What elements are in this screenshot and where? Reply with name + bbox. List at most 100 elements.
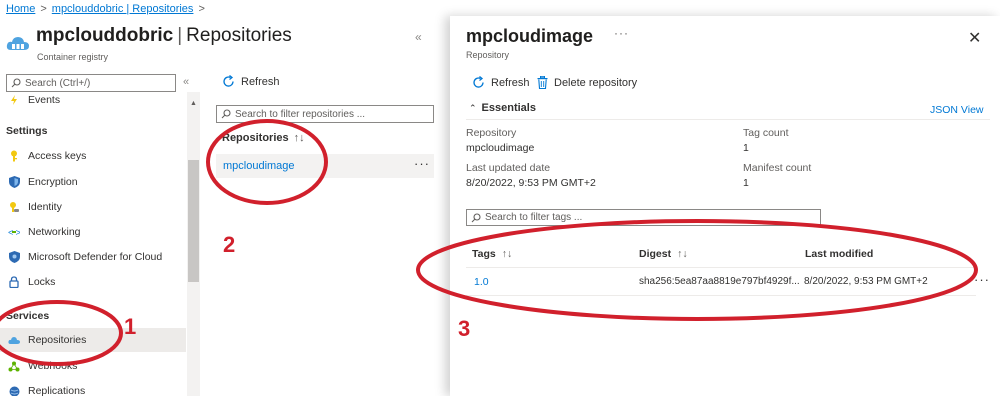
sidebar-item-label: Networking (28, 226, 81, 238)
search-icon (11, 78, 21, 88)
column-header-label: Tags (472, 248, 496, 260)
sidebar-item-identity[interactable]: Identity (0, 195, 186, 219)
sidebar-item-events[interactable]: Events (0, 92, 186, 112)
repository-link[interactable]: mpcloudimage (223, 160, 295, 172)
annotation-number-3: 3 (458, 316, 471, 341)
refresh-label: Refresh (491, 76, 530, 89)
panel-more-icon[interactable]: ··· (614, 26, 629, 40)
property-label-manifest-count: Manifest count (743, 162, 812, 174)
breadcrumb-separator-trailing: > (198, 3, 205, 15)
delete-repository-label: Delete repository (554, 76, 638, 89)
globe-icon (8, 385, 20, 396)
refresh-icon (473, 76, 484, 88)
sidebar-scrollbar-thumb[interactable] (188, 160, 199, 282)
tag-link[interactable]: 1.0 (474, 276, 489, 288)
property-value-tag-count: 1 (743, 142, 749, 154)
svg-text:>: > (16, 229, 21, 238)
breadcrumb-separator: > (40, 3, 47, 15)
panel-refresh-button[interactable]: Refresh (472, 76, 530, 89)
repositories-column-header[interactable]: Repositories ↑↓ (222, 132, 305, 144)
repository-row-more-icon[interactable]: ··· (414, 156, 430, 171)
property-value-last-updated: 8/20/2022, 9:53 PM GMT+2 (466, 177, 596, 189)
property-value-repository: mpcloudimage (466, 142, 535, 154)
sidebar-item-locks[interactable]: Locks (0, 270, 186, 294)
sidebar-item-label: Repositories (28, 334, 87, 346)
sidebar-item-access-keys[interactable]: Access keys (0, 144, 186, 168)
sidebar-item-label: Encryption (28, 176, 78, 188)
sort-icon[interactable]: ↑↓ (294, 132, 305, 144)
sidebar-search-input[interactable]: Search (Ctrl+/) (6, 74, 176, 92)
refresh-label: Refresh (241, 75, 280, 88)
sidebar-search-placeholder: Search (Ctrl+/) (25, 77, 91, 89)
events-icon (8, 94, 20, 106)
collapse-blade-icon[interactable]: « (415, 30, 422, 44)
json-view-link[interactable]: JSON View (930, 104, 984, 116)
property-value-manifest-count: 1 (743, 177, 749, 189)
property-label-tag-count: Tag count (743, 127, 789, 139)
sidebar-item-encryption[interactable]: Encryption (0, 170, 186, 194)
tag-row-divider (466, 295, 976, 296)
tags-search-input[interactable]: Search to filter tags ... (466, 209, 821, 226)
sidebar-item-label: Webhooks (28, 360, 78, 372)
last-modified-column-header[interactable]: Last modified (805, 248, 873, 260)
settings-heading: Settings (6, 125, 48, 137)
key-icon (8, 150, 20, 162)
delete-repository-button[interactable]: Delete repository (537, 76, 637, 89)
sidebar-item-defender[interactable]: Microsoft Defender for Cloud (0, 245, 186, 269)
sidebar-item-label: Locks (28, 276, 56, 288)
networking-icon: < > (8, 226, 20, 238)
sort-icon[interactable]: ↑↓ (677, 248, 688, 260)
last-modified-cell: 8/20/2022, 9:53 PM GMT+2 (804, 276, 928, 287)
annotation-number-1: 1 (124, 314, 137, 339)
breadcrumb-home-link[interactable]: Home (6, 3, 35, 15)
tags-column-header[interactable]: Tags ↑↓ (472, 248, 512, 260)
property-label-last-updated: Last updated date (466, 162, 551, 174)
tags-search-placeholder: Search to filter tags ... (485, 212, 583, 223)
sidebar-item-label: Replications (28, 385, 86, 396)
sidebar-item-replications[interactable]: Replications (0, 379, 186, 396)
column-header-label: Repositories (222, 132, 289, 144)
sidebar-item-label: Access keys (28, 150, 87, 162)
sidebar-item-networking[interactable]: < > Networking (0, 220, 186, 244)
essentials-label: Essentials (481, 102, 536, 114)
search-icon (471, 212, 481, 222)
identity-icon (8, 201, 20, 213)
registry-name: mpclouddobric (36, 25, 174, 46)
sort-icon[interactable]: ↑↓ (502, 248, 513, 260)
breadcrumb-registry-link[interactable]: mpclouddobric | Repositories (52, 3, 194, 15)
defender-icon (8, 251, 20, 263)
tag-row-more-icon[interactable]: ··· (974, 272, 990, 287)
sidebar-item-label: Identity (28, 201, 62, 213)
refresh-icon (223, 75, 234, 87)
collapse-sidebar-icon[interactable]: « (183, 76, 189, 88)
essentials-toggle[interactable]: ⌃ Essentials (469, 102, 536, 114)
annotation-number-2: 2 (223, 232, 236, 257)
property-label-repository: Repository (466, 127, 517, 139)
essentials-divider (466, 119, 990, 120)
scroll-up-arrow-icon[interactable]: ▲ (190, 100, 197, 107)
digest-column-header[interactable]: Digest ↑↓ (639, 248, 688, 260)
sidebar-item-repositories[interactable]: Repositories (0, 328, 186, 352)
repositories-refresh-button[interactable]: Refresh (222, 75, 280, 88)
repositories-search-placeholder: Search to filter repositories ... (235, 108, 366, 120)
shield-icon (8, 176, 20, 188)
digest-cell: sha256:5ea87aa8819e797bf4929f... (639, 276, 800, 287)
tags-header-divider (466, 267, 976, 268)
page-title: mpclouddobric | Repositories (36, 25, 292, 46)
sidebar: Events Settings Access keys Encryption I… (0, 92, 186, 396)
breadcrumb: Home > mpclouddobric | Repositories > (6, 3, 210, 15)
repository-detail-panel (450, 16, 1000, 396)
lock-icon (8, 276, 20, 288)
sidebar-item-label: Microsoft Defender for Cloud (28, 251, 163, 263)
repositories-search-input[interactable]: Search to filter repositories ... (216, 105, 434, 123)
trash-icon (537, 76, 548, 89)
search-icon (221, 109, 231, 119)
registry-type: Container registry (37, 52, 109, 62)
panel-title: mpcloudimage (466, 26, 594, 46)
close-icon[interactable]: ✕ (968, 28, 981, 48)
column-header-label: Digest (639, 248, 672, 260)
sidebar-item-webhooks[interactable]: Webhooks (0, 354, 186, 378)
section-name: Repositories (186, 25, 292, 46)
chevron-up-icon: ⌃ (469, 102, 477, 113)
cloud-icon (8, 334, 20, 346)
